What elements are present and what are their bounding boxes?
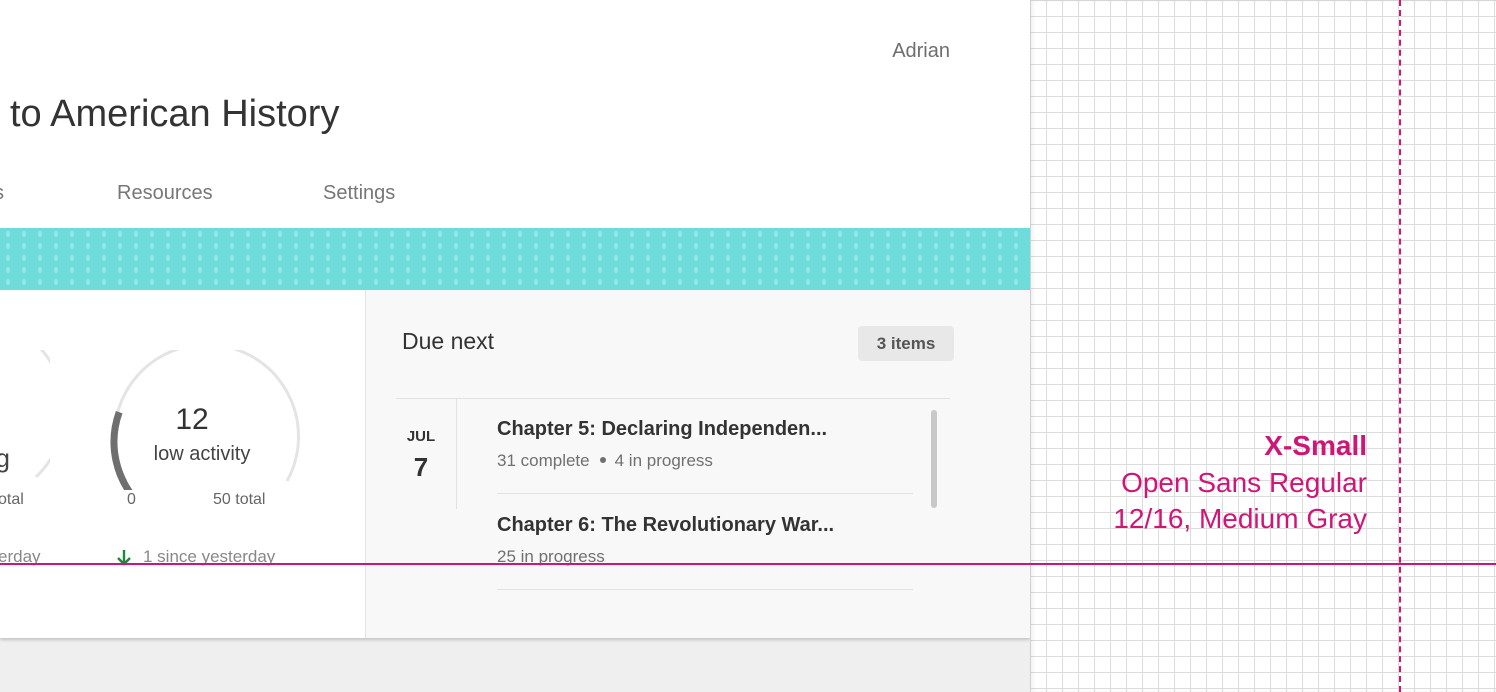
low-activity-value: 12	[175, 403, 209, 436]
due-item-meta: 31 complete 4 in progress	[497, 451, 713, 471]
low-activity-max: 50 total	[213, 491, 266, 508]
due-date-day: 7	[413, 452, 429, 482]
in-progress-count: 4 in progress	[614, 451, 713, 470]
tab-settings[interactable]: Settings	[323, 182, 395, 205]
course-dashboard: Adrian to American History s Resources S…	[0, 0, 1030, 692]
due-date-month: JUL	[406, 428, 436, 445]
course-title: to American History	[10, 93, 340, 135]
user-name[interactable]: Adrian	[892, 40, 950, 63]
partial-gauge-max: otal	[0, 491, 24, 508]
tab-resources[interactable]: Resources	[117, 182, 213, 205]
spec-style-name: X-Small	[1264, 430, 1367, 461]
baseline-guide-line	[0, 563, 1496, 565]
due-item-title[interactable]: Chapter 5: Declaring Independen...	[497, 418, 827, 441]
low-activity-min: 0	[127, 491, 136, 508]
complete-count: 31 complete	[497, 451, 590, 470]
item-divider	[497, 493, 913, 494]
due-next-pane: Due next 3 items JUL 7 Chapter 5: Declar…	[365, 290, 1030, 638]
low-activity-label: low activity	[153, 443, 251, 465]
separator-dot	[599, 457, 606, 464]
due-next-divider	[396, 398, 950, 399]
due-list-scrollbar[interactable]	[931, 410, 937, 508]
tab-partial[interactable]: s	[0, 182, 4, 205]
partial-gauge-label: g	[0, 443, 10, 473]
course-banner	[0, 228, 1030, 290]
vertical-guide-line	[1399, 0, 1401, 692]
item-divider	[497, 589, 913, 590]
items-count-badge[interactable]: 3 items	[858, 326, 954, 361]
date-divider	[456, 399, 457, 509]
due-next-title: Due next	[402, 328, 495, 354]
stats-pane: g otal erday 12 low activity 0 50 total …	[0, 290, 365, 638]
spec-font: Open Sans Regular	[1121, 467, 1367, 498]
spec-grid-panel	[1030, 0, 1496, 692]
spec-size-color: 12/16, Medium Gray	[1113, 503, 1367, 534]
course-header: Adrian to American History s Resources S…	[0, 0, 1030, 228]
overview-card: g otal erday 12 low activity 0 50 total …	[0, 290, 1030, 638]
due-item-title[interactable]: Chapter 6: The Revolutionary War...	[497, 514, 834, 537]
